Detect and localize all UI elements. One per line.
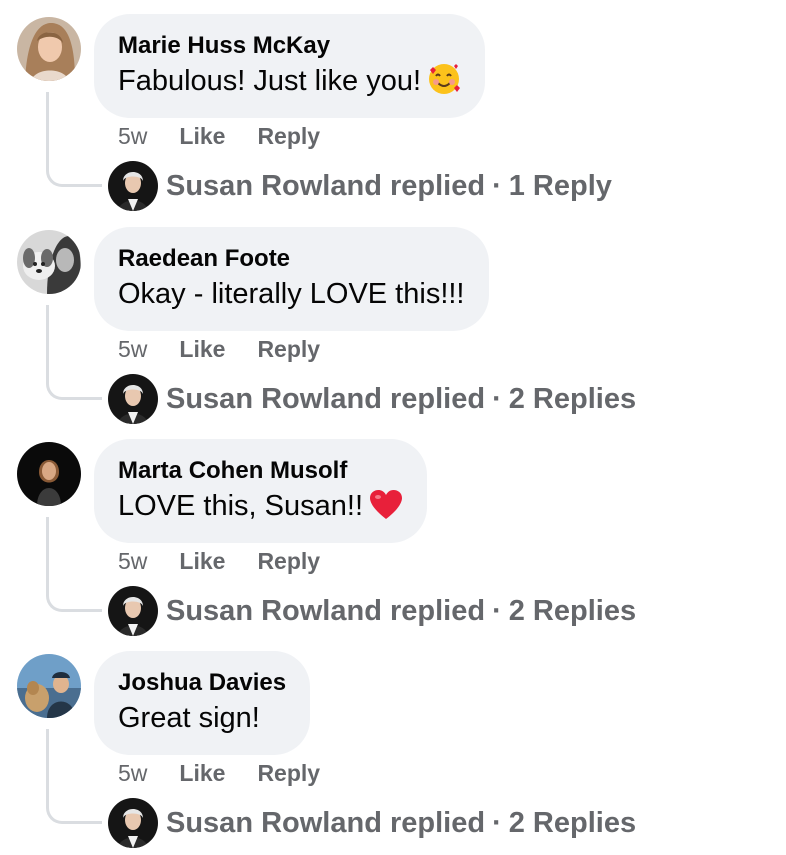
replier-name: Susan Rowland replied [166, 169, 486, 202]
avatar[interactable] [17, 442, 81, 506]
replier-avatar [108, 374, 158, 424]
avatar[interactable] [17, 17, 81, 81]
comment-bubble: Joshua Davies Great sign! [94, 651, 311, 755]
comment-actions: 5w Like Reply [118, 546, 320, 576]
comment-timestamp[interactable]: 5w [118, 123, 147, 149]
comment-thread: Joshua Davies Great sign! 5w Like Reply Su… [0, 637, 786, 849]
comment-thread: Raedean Foote Okay - literally LOVE this… [0, 213, 786, 425]
view-replies-link[interactable]: Susan Rowland replied · 2 Replies [108, 373, 636, 425]
replier-avatar [108, 798, 158, 848]
reply-count: 1 Reply [508, 169, 612, 202]
reply-count: 2 Replies [508, 382, 637, 415]
reply-connector-line [46, 92, 102, 187]
reply-button[interactable]: Reply [257, 760, 320, 786]
reply-summary: Susan Rowland replied · 2 Replies [166, 807, 636, 840]
comment-timestamp[interactable]: 5w [118, 548, 147, 574]
comment-text: Okay - literally LOVE this!!! [118, 278, 465, 310]
replier-name: Susan Rowland replied [166, 806, 486, 839]
reply-connector-line [46, 729, 102, 824]
replier-avatar [108, 161, 158, 211]
comment-bubble: Marie Huss McKay Fabulous! Just like you… [94, 14, 486, 118]
like-button[interactable]: Like [179, 336, 225, 362]
comment-text-line: Fabulous! Just like you! [118, 62, 461, 106]
reply-summary: Susan Rowland replied · 1 Reply [166, 170, 612, 203]
reply-connector-line [46, 305, 102, 400]
reply-count: 2 Replies [508, 594, 637, 627]
comment-actions: 5w Like Reply [118, 334, 320, 364]
separator-dot: · [492, 594, 502, 627]
like-button[interactable]: Like [179, 123, 225, 149]
reply-button[interactable]: Reply [257, 336, 320, 362]
comment-text: LOVE this, Susan!! [118, 490, 364, 522]
like-button[interactable]: Like [179, 760, 225, 786]
separator-dot: · [492, 806, 502, 839]
comment-text: Great sign! [118, 702, 260, 734]
reply-summary: Susan Rowland replied · 2 Replies [166, 595, 636, 628]
reply-count: 2 Replies [508, 806, 637, 839]
view-replies-link[interactable]: Susan Rowland replied · 2 Replies [108, 585, 636, 637]
separator-dot: · [492, 382, 502, 415]
comment-actions: 5w Like Reply [118, 758, 320, 788]
like-button[interactable]: Like [179, 548, 225, 574]
comment-text: Fabulous! Just like you! [118, 65, 422, 97]
comment-actions: 5w Like Reply [118, 121, 320, 151]
red-heart-icon [369, 489, 403, 531]
comment-thread: Marie Huss McKay Fabulous! Just like you… [0, 0, 786, 212]
view-replies-link[interactable]: Susan Rowland replied · 1 Reply [108, 160, 612, 212]
comment-text-line: Okay - literally LOVE this!!! [118, 275, 465, 313]
view-replies-link[interactable]: Susan Rowland replied · 2 Replies [108, 797, 636, 849]
comment-thread: Marta Cohen Musolf LOVE this, Susan!! 5w… [0, 425, 786, 637]
reply-connector-line [46, 517, 102, 612]
reply-button[interactable]: Reply [257, 548, 320, 574]
reply-button[interactable]: Reply [257, 123, 320, 149]
comment-bubble: Marta Cohen Musolf LOVE this, Susan!! [94, 439, 428, 543]
replier-name: Susan Rowland replied [166, 594, 486, 627]
comment-text-line: LOVE this, Susan!! [118, 487, 403, 531]
comment-author[interactable]: Joshua Davies [118, 668, 286, 698]
comment-author[interactable]: Marie Huss McKay [118, 31, 461, 61]
comment-bubble: Raedean Foote Okay - literally LOVE this… [94, 227, 489, 331]
replier-name: Susan Rowland replied [166, 382, 486, 415]
avatar[interactable] [17, 654, 81, 718]
comment-timestamp[interactable]: 5w [118, 336, 147, 362]
comment-author[interactable]: Raedean Foote [118, 244, 465, 274]
comment-timestamp[interactable]: 5w [118, 760, 147, 786]
reply-summary: Susan Rowland replied · 2 Replies [166, 383, 636, 416]
comment-text-line: Great sign! [118, 699, 286, 737]
avatar[interactable] [17, 230, 81, 294]
comment-author[interactable]: Marta Cohen Musolf [118, 456, 403, 486]
separator-dot: · [492, 169, 502, 202]
smiling-face-with-hearts-icon [427, 62, 461, 106]
replier-avatar [108, 586, 158, 636]
